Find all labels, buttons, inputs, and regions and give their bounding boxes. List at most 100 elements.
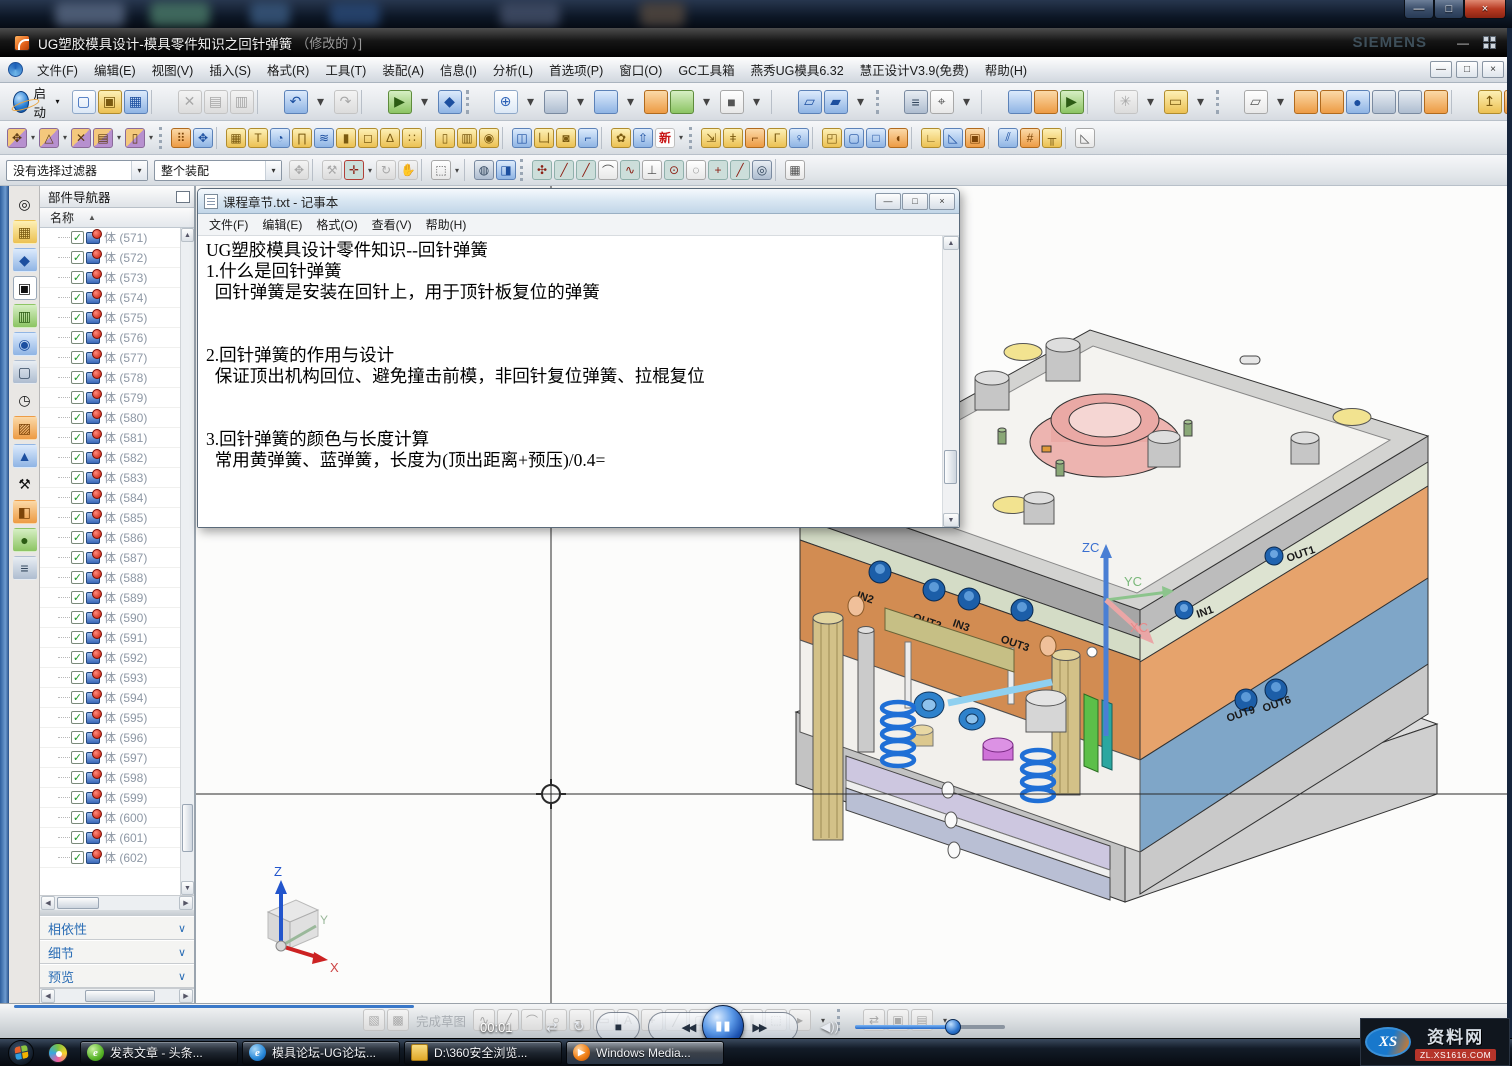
marquee-caret-icon[interactable]: ▾ (452, 160, 462, 180)
csys-caret-icon[interactable]: ▾ (955, 90, 979, 114)
checkbox-checked-icon[interactable]: ✓ (71, 691, 84, 704)
slide-icon[interactable]: ⫽ (998, 128, 1018, 148)
gear-ring-icon[interactable]: ✿ (611, 128, 631, 148)
menu-item[interactable]: 视图(V) (144, 56, 202, 83)
navigator-row[interactable]: ✓ 体 (576) (40, 328, 180, 348)
checkbox-checked-icon[interactable]: ✓ (71, 571, 84, 584)
bar-icon[interactable]: ▮ (336, 128, 356, 148)
constraint-navigator-icon[interactable]: ◆ (13, 248, 37, 272)
menu-item[interactable]: GC工具箱 (670, 56, 742, 83)
fit-view-icon[interactable]: ⊕ (494, 90, 518, 114)
redo-icon[interactable]: ↷ (334, 90, 358, 114)
snap-caret-icon[interactable]: ▾ (365, 160, 375, 180)
rewind-button[interactable]: ◀◀ (681, 1021, 694, 1034)
mold-cone-caret-icon[interactable]: ▾ (60, 128, 70, 148)
notepad-menu-item[interactable]: 格式(O) (309, 213, 364, 236)
navigator-row[interactable]: ✓ 体 (588) (40, 568, 180, 588)
open-folder-icon[interactable]: ▣ (98, 90, 122, 114)
checkbox-checked-icon[interactable]: ✓ (71, 611, 84, 624)
web-browser-icon[interactable]: ◉ (13, 332, 37, 356)
wedge-icon[interactable]: ◺ (943, 128, 963, 148)
menu-item[interactable]: 文件(F) (29, 56, 86, 83)
window-swap-icon[interactable]: ▰ (824, 90, 848, 114)
column-header[interactable]: 名称 ▲ (40, 208, 194, 228)
mold-cone-icon[interactable]: △ (39, 128, 59, 148)
table-grid-icon[interactable]: ▦ (785, 160, 805, 180)
taskbar-item-browser-article[interactable]: e 发表文章 - 头条... (80, 1041, 238, 1065)
info-sheet-icon[interactable]: ◆ (438, 90, 462, 114)
menu-item[interactable]: 装配(A) (374, 56, 432, 83)
window-front-icon[interactable]: ▱ (798, 90, 822, 114)
scroll-left-icon[interactable]: ◀ (41, 896, 55, 910)
square-icon[interactable]: □ (866, 128, 886, 148)
menu-item[interactable]: 插入(S) (201, 56, 259, 83)
pin-icon[interactable]: ▯ (435, 128, 455, 148)
visualization-icon[interactable]: ▲ (13, 444, 37, 468)
sheet-list-icon[interactable]: ≡ (904, 90, 928, 114)
shaded-cube2-icon[interactable]: ◨ (496, 160, 516, 180)
navigator-row[interactable]: ✓ 体 (574) (40, 288, 180, 308)
menu-item[interactable]: 慧正设计V3.9(免费) (852, 56, 977, 83)
chevron-down-icon[interactable]: ∨ (178, 946, 186, 959)
pocket-corner-icon[interactable]: ◰ (822, 128, 842, 148)
assemble-constraint-icon[interactable]: ✥ (289, 160, 309, 180)
hscroll-thumb[interactable] (57, 897, 99, 909)
reuse-library-icon[interactable]: ▥ (13, 304, 37, 328)
undo-caret-icon[interactable]: ▾ (309, 90, 333, 114)
navigator-row[interactable]: ✓ 体 (590) (40, 608, 180, 628)
snap-curve-icon[interactable]: ⌒ (598, 160, 618, 180)
navigator-row[interactable]: ✓ 体 (580) (40, 408, 180, 428)
notepad-text[interactable]: UG塑胶模具设计零件知识--回针弹簧1.什么是回针弹簧 回针弹簧是安装在回针上，… (198, 236, 942, 527)
taskbar-item-folder[interactable]: D:\360安全浏览... (404, 1041, 562, 1065)
hook-icon[interactable]: ⌐ (745, 128, 765, 148)
child-restore-button[interactable]: □ (1456, 61, 1478, 78)
checkbox-checked-icon[interactable]: ✓ (71, 791, 84, 804)
selection-scope-dropdown[interactable]: 整个装配 ▾ (154, 160, 282, 181)
snap-quadrant-icon[interactable]: ◌ (686, 160, 706, 180)
sketch-task-icon[interactable]: ▧ (363, 1009, 385, 1031)
ug-minimize-button[interactable]: — (1457, 36, 1469, 50)
navigator-row[interactable]: ✓ 体 (586) (40, 528, 180, 548)
maximize-button[interactable]: □ (1434, 0, 1464, 19)
notepad-close-button[interactable]: × (929, 193, 955, 210)
navigator-row[interactable]: ✓ 体 (587) (40, 548, 180, 568)
navigator-row[interactable]: ✓ 体 (581) (40, 428, 180, 448)
render-caret-icon[interactable]: ▾ (569, 90, 593, 114)
taskbar-item-browser-forum[interactable]: e 模具论坛-UG论坛... (242, 1041, 400, 1065)
fast-forward-button[interactable]: ▶▶ (752, 1021, 765, 1034)
menu-item[interactable]: 编辑(E) (86, 56, 144, 83)
copy-icon[interactable]: ▤ (204, 90, 228, 114)
checkbox-checked-icon[interactable]: ✓ (71, 351, 84, 364)
mold-panel-caret-icon[interactable]: ▾ (146, 128, 156, 148)
mold-core-icon[interactable] (1294, 90, 1318, 114)
checkbox-checked-icon[interactable]: ✓ (71, 851, 84, 864)
undock-icon[interactable] (176, 191, 190, 203)
chevron-down-icon[interactable]: ∨ (178, 922, 186, 935)
scroll-right-icon[interactable]: ▶ (179, 896, 193, 910)
scroll-up-icon[interactable]: ▲ (181, 228, 194, 242)
measure-distance-icon[interactable]: ✳ (1114, 90, 1138, 114)
checkbox-checked-icon[interactable]: ✓ (71, 271, 84, 284)
collapsible-panel[interactable]: 预览 ∨ (40, 964, 194, 988)
check-mate-icon[interactable]: ● (13, 528, 37, 552)
save-icon[interactable]: ▦ (124, 90, 148, 114)
child-close-button[interactable]: × (1482, 61, 1504, 78)
background-caret-icon[interactable]: ▾ (745, 90, 769, 114)
scroll-left-icon[interactable]: ◀ (41, 989, 55, 1003)
snap-face-icon[interactable]: ◎ (752, 160, 772, 180)
mold-move-icon[interactable]: ✥ (7, 128, 27, 148)
history-clock-icon[interactable]: ◷ (13, 388, 37, 412)
notepad-menu-item[interactable]: 文件(F) (202, 213, 255, 236)
mold-move-caret-icon[interactable]: ▾ (28, 128, 38, 148)
datum-caret-icon[interactable]: ▾ (1269, 90, 1293, 114)
notepad-menu-item[interactable]: 查看(V) (365, 213, 419, 236)
start-button[interactable]: 启动 ▾ (6, 81, 67, 123)
checkbox-checked-icon[interactable]: ✓ (71, 591, 84, 604)
menu-item[interactable]: 帮助(H) (977, 56, 1035, 83)
finish-flag-icon[interactable]: ▩ (387, 1009, 409, 1031)
scroll-up-icon[interactable]: ▲ (943, 236, 959, 250)
navigator-row[interactable]: ✓ 体 (601) (40, 828, 180, 848)
pin-circle-icon[interactable]: ♀ (789, 128, 809, 148)
notepad-menu-item[interactable]: 编辑(E) (255, 213, 309, 236)
measure-hammer-icon[interactable] (1008, 90, 1032, 114)
